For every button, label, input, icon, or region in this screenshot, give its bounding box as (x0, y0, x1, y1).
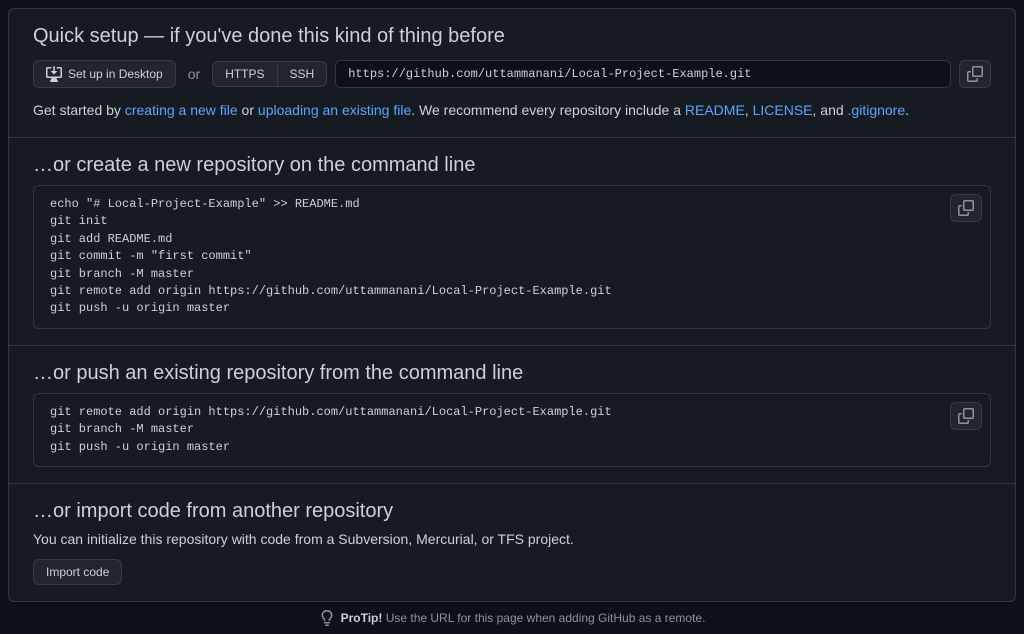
lightbulb-icon (319, 610, 335, 626)
push-repo-code: git remote add origin https://github.com… (33, 393, 991, 467)
license-link[interactable]: LICENSE (753, 102, 813, 118)
desktop-download-icon (46, 66, 62, 82)
copy-url-button[interactable] (959, 60, 991, 88)
create-repo-code: echo "# Local-Project-Example" >> README… (33, 185, 991, 329)
quick-setup-heading: Quick setup — if you've done this kind o… (33, 25, 991, 48)
copy-create-code-button[interactable] (950, 194, 982, 222)
protip-bar: ProTip! Use the URL for this page when a… (8, 602, 1016, 626)
protip-label: ProTip! (341, 611, 383, 625)
protip-text: Use the URL for this page when adding Gi… (382, 611, 705, 625)
readme-link[interactable]: README (685, 102, 745, 118)
import-code-button[interactable]: Import code (33, 559, 122, 585)
copy-icon (958, 408, 974, 424)
import-heading: …or import code from another repository (33, 500, 991, 523)
gitignore-link[interactable]: .gitignore (848, 102, 906, 118)
ssh-button[interactable]: SSH (277, 61, 328, 87)
copy-push-code-button[interactable] (950, 402, 982, 430)
import-text: You can initialize this repository with … (33, 531, 991, 547)
copy-icon (967, 66, 983, 82)
create-repo-heading: …or create a new repository on the comma… (33, 154, 991, 177)
help-text: Get started by creating a new file or up… (33, 100, 991, 121)
push-repo-heading: …or push an existing repository from the… (33, 362, 991, 385)
upload-file-link[interactable]: uploading an existing file (258, 102, 411, 118)
copy-icon (958, 200, 974, 216)
setup-desktop-button[interactable]: Set up in Desktop (33, 60, 176, 88)
create-file-link[interactable]: creating a new file (125, 102, 238, 118)
https-button[interactable]: HTTPS (212, 61, 277, 87)
setup-desktop-label: Set up in Desktop (68, 67, 163, 81)
or-text: or (188, 66, 200, 82)
clone-url-input[interactable] (335, 60, 951, 88)
